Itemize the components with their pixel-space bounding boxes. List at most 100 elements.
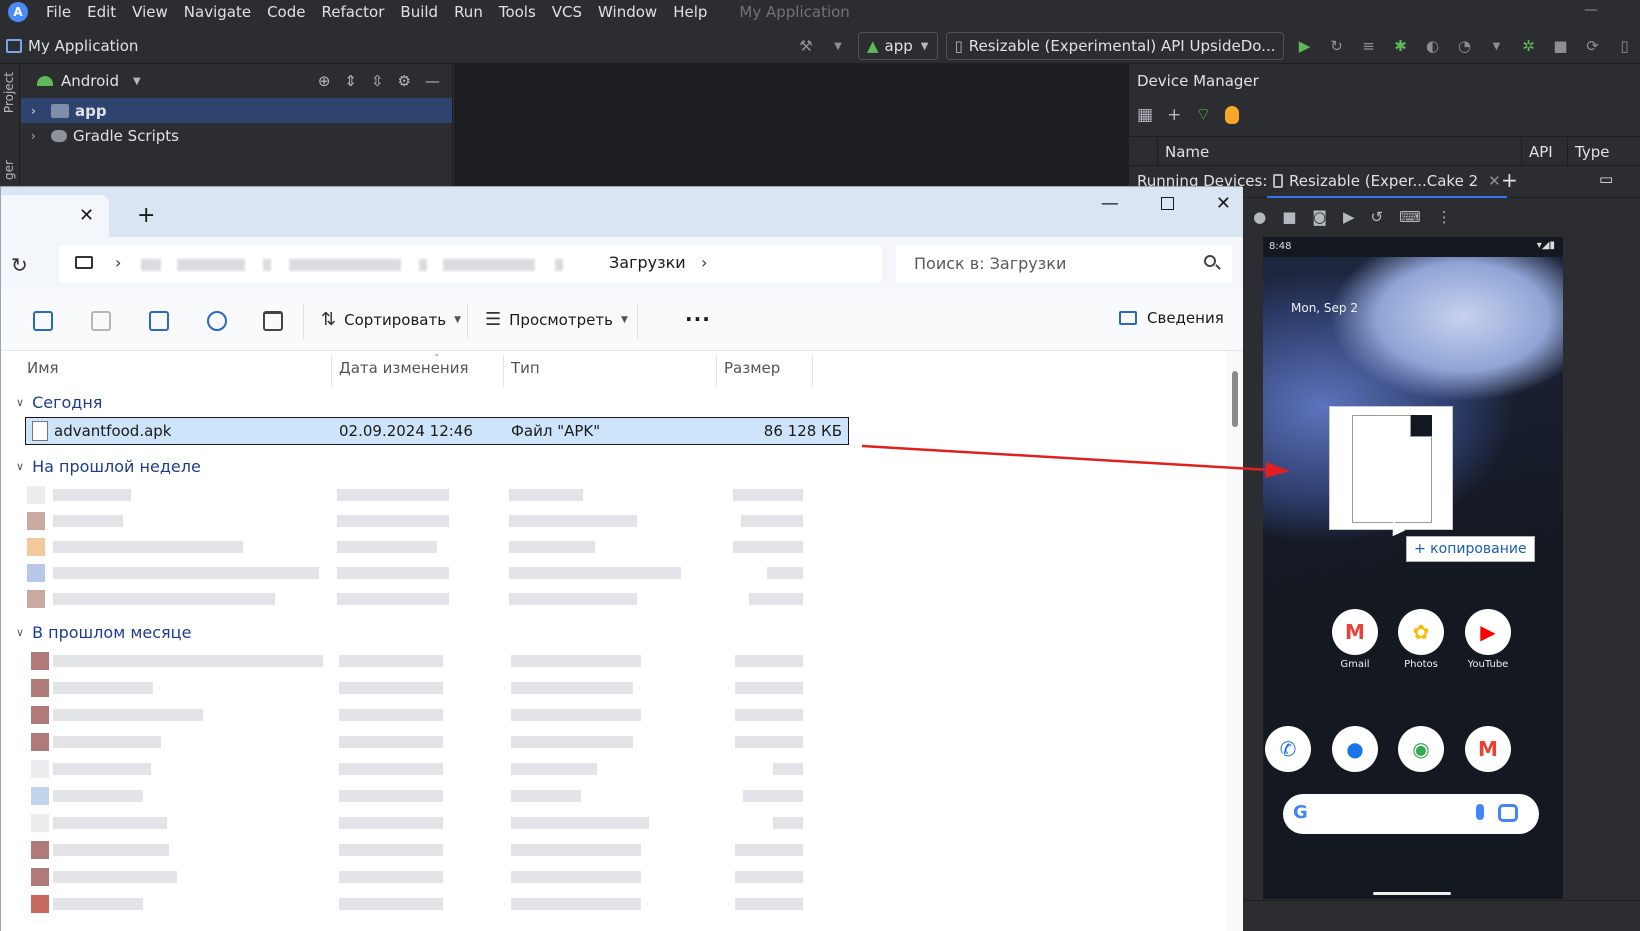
col-date-modified[interactable]: Дата изменения xyxy=(339,359,469,393)
camera-icon[interactable]: ◙ xyxy=(1312,208,1327,226)
breadcrumb-current[interactable]: Загрузки xyxy=(609,253,686,272)
gesture-nav-bar[interactable] xyxy=(1373,892,1451,895)
paste-icon[interactable] xyxy=(91,311,111,331)
minimize-icon[interactable]: — xyxy=(1101,193,1119,214)
menu-help[interactable]: Help xyxy=(665,3,715,21)
refresh-icon[interactable]: ↻ xyxy=(11,253,28,277)
apply-changes-icon[interactable]: ≡ xyxy=(1357,35,1379,57)
gear-icon[interactable]: ⚙ xyxy=(398,72,411,90)
maximize-icon[interactable] xyxy=(1160,197,1174,210)
menu-refactor[interactable]: Refactor xyxy=(313,3,392,21)
project-title[interactable]: My Application xyxy=(6,37,138,55)
menu-window[interactable]: Window xyxy=(590,3,665,21)
close-icon[interactable]: ✕ xyxy=(1488,172,1501,190)
photos-icon[interactable]: ✿ xyxy=(1398,609,1444,655)
search-icon[interactable] xyxy=(1204,255,1216,267)
youtube-icon[interactable]: ▶ xyxy=(1465,609,1511,655)
menu-navigate[interactable]: Navigate xyxy=(176,3,259,21)
chevron-right-icon[interactable]: › xyxy=(701,253,707,272)
expand-all-icon[interactable]: ⇕ xyxy=(344,72,357,90)
menu-run[interactable]: Run xyxy=(446,3,491,21)
device-manager-icon[interactable]: ▯ xyxy=(1613,35,1635,57)
menu-build[interactable]: Build xyxy=(392,3,446,21)
close-icon[interactable]: ✕ xyxy=(1216,193,1231,214)
locate-icon[interactable]: ⊕ xyxy=(318,72,331,90)
sort-button[interactable]: ⇅ Сортировать ▼ xyxy=(321,309,461,330)
running-device-tab[interactable]: Resizable (Exper...Cake 2 ✕ xyxy=(1267,166,1507,198)
menu-vcs[interactable]: VCS xyxy=(544,3,590,21)
menu-edit[interactable]: Edit xyxy=(79,3,124,21)
window-icon[interactable]: ▭ xyxy=(1599,170,1613,188)
col-name[interactable]: Name xyxy=(1165,143,1209,161)
debug-icon[interactable]: ✱ xyxy=(1389,35,1411,57)
chrome-icon[interactable]: ◉ xyxy=(1398,726,1444,772)
new-tab-icon[interactable]: + xyxy=(137,203,155,228)
profiler-icon[interactable]: ◔ xyxy=(1453,35,1475,57)
table-row-selected[interactable]: advantfood.apk 02.09.2024 12:46 Файл "AP… xyxy=(25,417,849,445)
hide-icon[interactable]: — xyxy=(425,72,440,90)
col-type[interactable]: Type xyxy=(1575,143,1609,161)
close-icon[interactable]: ✕ xyxy=(79,205,94,226)
manager-tool-tab[interactable]: ger xyxy=(2,160,16,180)
add-tab-icon[interactable]: + xyxy=(1501,168,1518,192)
messages-icon[interactable]: ● xyxy=(1332,726,1378,772)
microphone-icon[interactable] xyxy=(1476,804,1484,820)
chevron-right-icon[interactable]: › xyxy=(31,129,51,143)
reset-icon[interactable]: ↺ xyxy=(1370,208,1383,226)
screenrecord-icon[interactable]: ▶ xyxy=(1343,208,1355,226)
lens-icon[interactable] xyxy=(1498,804,1518,822)
chevron-right-icon[interactable]: › xyxy=(31,104,51,118)
menu-tools[interactable]: Tools xyxy=(491,3,544,21)
wifi-pair-icon[interactable]: ⌔ xyxy=(1195,104,1211,125)
scrollbar[interactable] xyxy=(1227,351,1243,931)
col-size[interactable]: Размер xyxy=(724,359,780,393)
group-header-last-week[interactable]: ∨ На прошлой неделе xyxy=(16,457,201,476)
chevron-right-icon[interactable]: › xyxy=(115,253,121,272)
firebase-icon[interactable] xyxy=(1225,105,1240,124)
chevron-down-icon[interactable]: ▼ xyxy=(827,35,849,57)
stop-icon[interactable]: ■ xyxy=(1549,35,1571,57)
sync-gradle-icon[interactable]: ⟳ xyxy=(1581,35,1603,57)
delete-icon[interactable] xyxy=(263,311,283,331)
group-header-today[interactable]: ∨ Сегодня xyxy=(16,393,102,412)
more-horiz-icon[interactable]: ··· xyxy=(685,307,711,331)
col-name[interactable]: Имя xyxy=(27,359,59,393)
copy-icon[interactable] xyxy=(33,311,53,331)
chevron-down-icon[interactable]: ▼ xyxy=(1485,35,1507,57)
home-icon[interactable]: ● xyxy=(1253,208,1266,226)
view-button[interactable]: ☰ Просмотреть ▼ xyxy=(485,309,628,330)
tree-item-app[interactable]: › app xyxy=(21,98,452,123)
more-vert-icon[interactable]: ⋮ xyxy=(1437,208,1452,226)
scrollbar-thumb[interactable] xyxy=(1232,371,1238,427)
group-header-last-month[interactable]: ∨ В прошлом месяце xyxy=(16,623,191,642)
run-config-select[interactable]: ▲ app ▼ xyxy=(858,32,938,60)
run-icon[interactable]: ▶ xyxy=(1293,35,1315,57)
minimize-icon[interactable]: — xyxy=(1584,2,1598,18)
grid-icon[interactable]: ▦ xyxy=(1137,105,1153,125)
col-type[interactable]: Тип xyxy=(511,359,540,393)
gmail-icon[interactable]: M xyxy=(1465,726,1511,772)
google-search-bar[interactable]: G xyxy=(1283,794,1539,834)
overview-icon[interactable]: ■ xyxy=(1282,208,1296,226)
gmail-icon[interactable]: M xyxy=(1332,609,1378,655)
collapse-all-icon[interactable]: ⇳ xyxy=(371,72,384,90)
phone-icon[interactable]: ✆ xyxy=(1265,726,1311,772)
breadcrumb[interactable]: › Загрузки › xyxy=(59,245,882,283)
rerun-icon[interactable]: ↻ xyxy=(1325,35,1347,57)
explorer-tab[interactable]: ✕ xyxy=(1,195,109,237)
menu-code[interactable]: Code xyxy=(259,3,313,21)
add-device-icon[interactable]: + xyxy=(1167,105,1181,125)
keyboard-icon[interactable]: ⌨ xyxy=(1399,208,1421,226)
menu-file[interactable]: File xyxy=(38,3,79,21)
device-select[interactable]: ▯ Resizable (Experimental) API UpsideDo.… xyxy=(945,32,1285,60)
emulator-screen[interactable]: 8:48 ▾◢▮ Mon, Sep 2 + копирование M Gmai… xyxy=(1263,237,1563,899)
col-api[interactable]: API xyxy=(1529,143,1553,161)
menu-view[interactable]: View xyxy=(124,3,176,21)
details-button[interactable]: Сведения xyxy=(1119,309,1224,327)
app-inspection-icon[interactable]: ✲ xyxy=(1517,35,1539,57)
attach-debugger-icon[interactable]: ◐ xyxy=(1421,35,1443,57)
project-tool-tab[interactable]: Project xyxy=(2,72,16,113)
hammer-icon[interactable]: ⚒ xyxy=(795,35,817,57)
this-pc-icon[interactable] xyxy=(75,256,93,269)
share-icon[interactable] xyxy=(207,311,227,331)
